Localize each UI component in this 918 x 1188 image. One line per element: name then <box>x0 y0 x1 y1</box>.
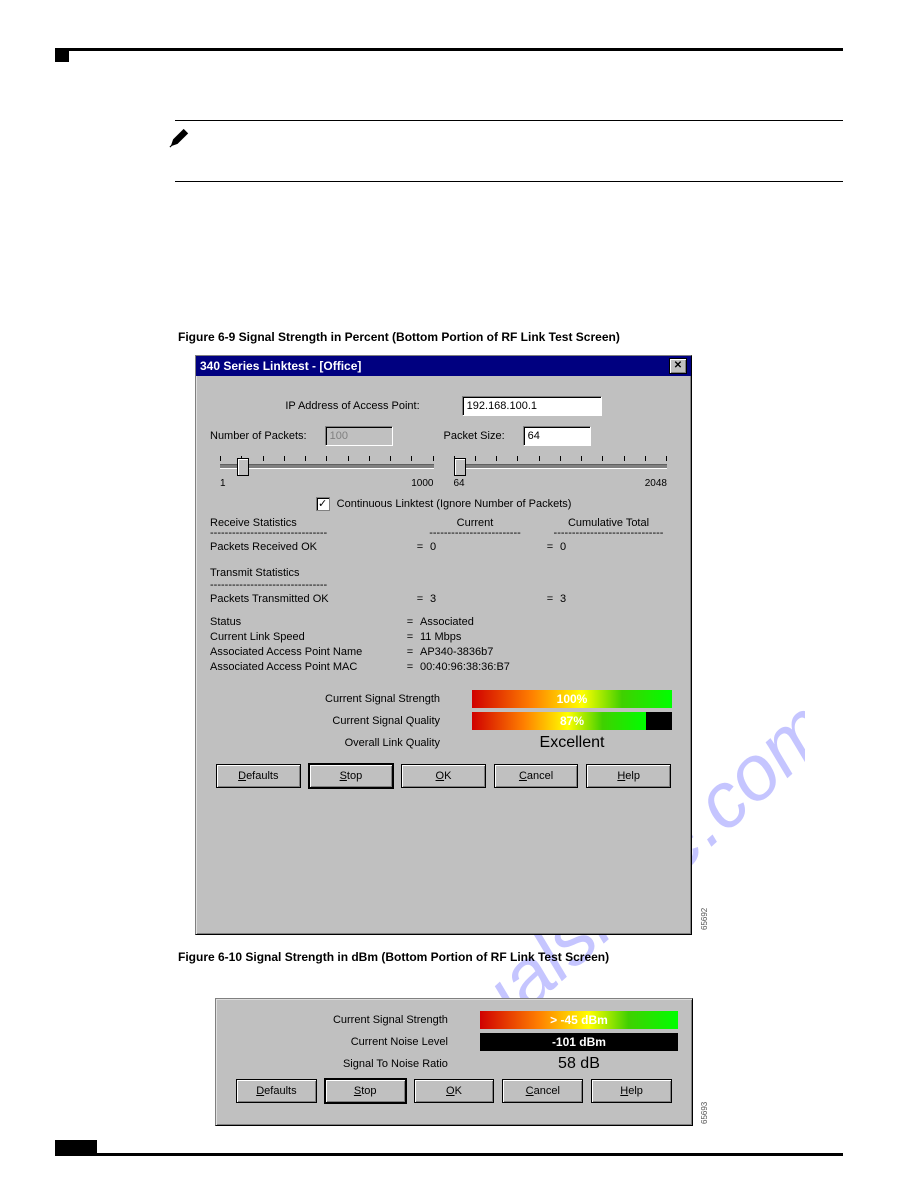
num-packets-label: Number of Packets: <box>210 430 307 442</box>
top-rule <box>55 48 843 51</box>
figure-9-caption: Figure 6-9 Signal Strength in Percent (B… <box>178 330 620 344</box>
noise-value: -101 dBm <box>480 1033 678 1051</box>
note-bottom-rule <box>175 181 843 182</box>
packet-size-label: Packet Size: <box>444 430 505 442</box>
speed-label: Current Link Speed <box>210 630 400 645</box>
figure-sidenum-2: 65693 <box>700 1102 709 1124</box>
status-value: Associated <box>420 615 474 630</box>
signal-quality-bar: 87% <box>472 712 672 730</box>
overall-value: Excellent <box>472 734 672 752</box>
overall-label: Overall Link Quality <box>210 737 472 749</box>
dbm-strength-label: Current Signal Strength <box>230 1014 480 1026</box>
dbm-strength-bar: > -45 dBm <box>480 1011 678 1029</box>
tx-ok-label: Packets Transmitted OK <box>210 593 410 605</box>
figure-sidenum-1: 65692 <box>700 908 709 930</box>
window-body: IP Address of Access Point: Number of Pa… <box>196 376 691 798</box>
tx-header: Transmit Statistics <box>210 567 677 579</box>
signal-strength-bar: 100% <box>472 690 672 708</box>
rx-ok-current: 0 <box>430 541 540 553</box>
snr-value: 58 dB <box>480 1055 678 1073</box>
num-packets-input <box>325 426 393 446</box>
status-label: Status <box>210 615 400 630</box>
bottom-rule <box>55 1153 843 1156</box>
pencil-icon <box>169 126 191 148</box>
dbm-strength-value: > -45 dBm <box>480 1011 678 1029</box>
slider1-min: 1 <box>220 478 226 489</box>
packet-size-slider[interactable] <box>454 454 668 476</box>
slider2-min: 64 <box>454 478 465 489</box>
noise-bar: -101 dBm <box>480 1033 678 1051</box>
snr-label: Signal To Noise Ratio <box>230 1058 480 1070</box>
apname-label: Associated Access Point Name <box>210 645 400 660</box>
page: manualshive.com Figure 6-9 Signal Streng… <box>0 0 918 1188</box>
apname-value: AP340-3836b7 <box>420 645 493 660</box>
signal-quality-value: 87% <box>472 712 672 730</box>
window-title: 340 Series Linktest - [Office] <box>200 356 361 376</box>
apmac-value: 00:40:96:38:36:B7 <box>420 660 510 675</box>
packet-size-input[interactable] <box>523 426 591 446</box>
noise-label: Current Noise Level <box>230 1036 480 1048</box>
cancel-button[interactable]: Cancel <box>494 764 579 788</box>
num-packets-slider[interactable] <box>220 454 434 476</box>
ok-button[interactable]: OK <box>401 764 486 788</box>
ok-button-2[interactable]: OK <box>414 1079 495 1103</box>
ip-label: IP Address of Access Point: <box>285 400 419 412</box>
continuous-checkbox[interactable] <box>316 497 330 511</box>
stop-button-2[interactable]: Stop <box>325 1079 406 1103</box>
speed-value: 11 Mbps <box>420 630 461 645</box>
window-titlebar[interactable]: 340 Series Linktest - [Office] ✕ <box>196 356 691 376</box>
stop-button[interactable]: Stop <box>309 764 394 788</box>
close-icon[interactable]: ✕ <box>669 358 687 374</box>
note-top-rule <box>175 120 843 121</box>
tx-ok-current: 3 <box>430 593 540 605</box>
continuous-label: Continuous Linktest (Ignore Number of Pa… <box>337 498 572 510</box>
signal-quality-label: Current Signal Quality <box>210 715 472 727</box>
slider1-max: 1000 <box>411 478 433 489</box>
help-button[interactable]: Help <box>586 764 671 788</box>
linktest-window: 340 Series Linktest - [Office] ✕ IP Addr… <box>195 355 692 935</box>
figure-10-caption: Figure 6-10 Signal Strength in dBm (Bott… <box>178 950 838 964</box>
tx-ok-total: 3 <box>560 593 620 605</box>
dbm-panel: Current Signal Strength > -45 dBm Curren… <box>215 998 693 1126</box>
help-button-2[interactable]: Help <box>591 1079 672 1103</box>
rx-ok-label: Packets Received OK <box>210 541 410 553</box>
note-block <box>175 120 843 242</box>
slider2-max: 2048 <box>645 478 667 489</box>
defaults-button[interactable]: DDefaultsefaults <box>216 764 301 788</box>
signal-strength-value: 100% <box>472 690 672 708</box>
cancel-button-2[interactable]: Cancel <box>502 1079 583 1103</box>
rx-ok-total: 0 <box>560 541 620 553</box>
signal-strength-label: Current Signal Strength <box>210 693 472 705</box>
defaults-button-2[interactable]: Defaults <box>236 1079 317 1103</box>
ip-address-input[interactable] <box>462 396 602 416</box>
apmac-label: Associated Access Point MAC <box>210 660 400 675</box>
